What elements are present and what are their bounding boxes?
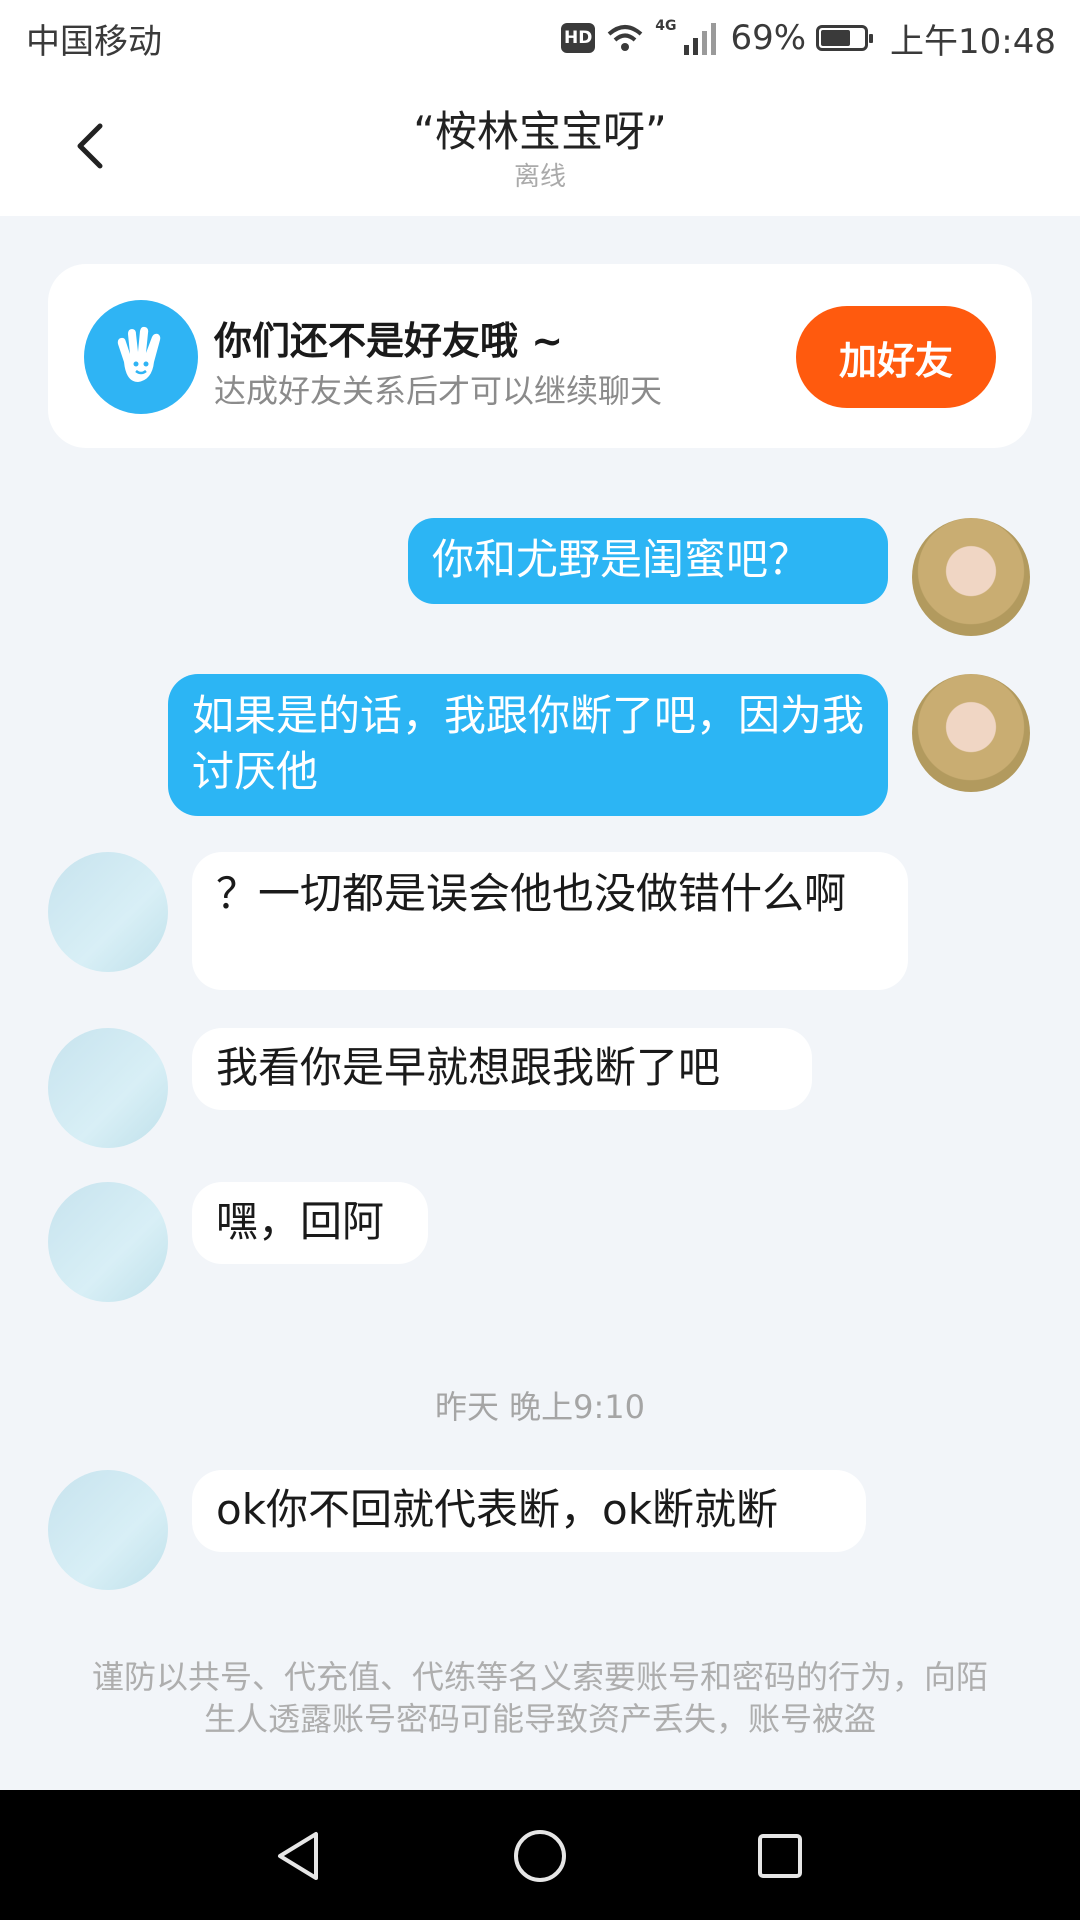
status-icons: HD 4G 69% 上午10:48: [561, 14, 1056, 62]
battery-icon: [816, 25, 874, 51]
not-friends-title: 你们还不是好友哦 ~: [214, 319, 564, 363]
square-recents-icon: [758, 1834, 802, 1878]
security-warning: 谨防以共号、代充值、代练等名义索要账号和密码的行为，向陌生人透露账号密码可能导致…: [91, 1658, 988, 1738]
add-friend-button[interactable]: 加好友: [796, 306, 996, 408]
system-nav-bar: [0, 1790, 1080, 1920]
avatar[interactable]: [912, 674, 1030, 792]
message-bubble[interactable]: 嘿，回阿: [192, 1182, 428, 1264]
signal-icon: [684, 23, 717, 55]
nav-back-button[interactable]: [268, 1824, 332, 1888]
avatar[interactable]: [48, 1028, 168, 1148]
clock: 上午10:48: [890, 21, 1056, 62]
circle-home-icon: [514, 1830, 566, 1882]
avatar[interactable]: [48, 1182, 168, 1302]
nav-recents-button[interactable]: [748, 1824, 812, 1888]
message-timestamp: 昨天 晚上9:10: [434, 1388, 646, 1426]
wifi-icon: [607, 25, 643, 51]
avatar[interactable]: [48, 852, 168, 972]
battery-percent: 69%: [730, 18, 807, 58]
online-status: 离线: [513, 162, 566, 192]
status-bar: 中国移动 HD 4G 69% 上午10:48: [0, 0, 1080, 76]
network-type: 4G: [655, 18, 677, 34]
triangle-back-icon: [278, 1832, 318, 1880]
message-bubble[interactable]: 我看你是早就想跟我断了吧: [192, 1028, 812, 1110]
hd-icon: HD: [561, 23, 596, 53]
avatar[interactable]: [48, 1470, 168, 1590]
nav-home-button[interactable]: [508, 1824, 572, 1888]
carrier-name: 中国移动: [26, 22, 162, 62]
message-bubble[interactable]: ？一切都是误会他也没做错什么啊: [192, 852, 908, 990]
not-friends-card: 你们还不是好友哦 ~ 达成好友关系后才可以继续聊天 加好友: [48, 264, 1032, 448]
message-bubble[interactable]: ok你不回就代表断，ok断就断: [192, 1470, 866, 1552]
message-bubble[interactable]: 你和尤野是闺蜜吧？: [408, 518, 888, 604]
waving-hand-icon: [84, 300, 198, 414]
avatar[interactable]: [912, 518, 1030, 636]
not-friends-subtitle: 达成好友关系后才可以继续聊天: [214, 372, 663, 410]
chat-title: “桉林宝宝呀”: [413, 107, 667, 156]
chat-header: “桉林宝宝呀” 离线: [0, 76, 1080, 216]
message-bubble[interactable]: 如果是的话，我跟你断了吧，因为我讨厌他: [168, 674, 888, 816]
